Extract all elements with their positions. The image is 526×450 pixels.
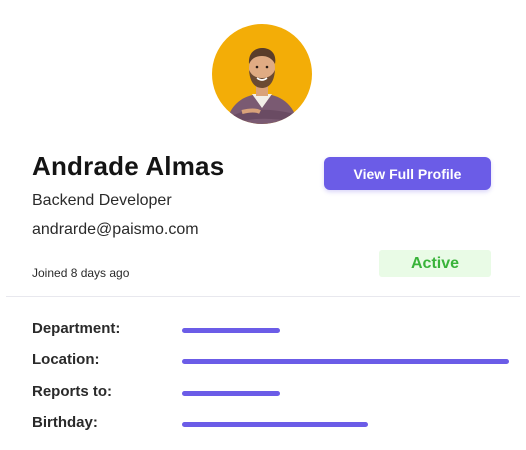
detail-placeholder-bar	[182, 422, 368, 427]
divider	[6, 296, 520, 297]
view-full-profile-button[interactable]: View Full Profile	[324, 157, 491, 190]
detail-placeholder-bar	[182, 359, 509, 364]
detail-label: Location:	[32, 351, 100, 368]
detail-row-birthday: Birthday:	[32, 414, 512, 436]
detail-label: Department:	[32, 320, 121, 337]
detail-placeholder-bar	[182, 391, 280, 396]
avatar	[212, 24, 312, 124]
detail-row-department: Department:	[32, 320, 512, 342]
detail-row-location: Location:	[32, 351, 512, 373]
detail-placeholder-bar	[182, 328, 280, 333]
joined-date: Joined 8 days ago	[32, 266, 130, 280]
status-badge: Active	[379, 250, 491, 277]
detail-label: Birthday:	[32, 414, 98, 431]
person-photo	[226, 48, 298, 124]
detail-label: Reports to:	[32, 383, 112, 400]
profile-name: Andrade Almas	[32, 151, 225, 181]
profile-role: Backend Developer	[32, 192, 172, 209]
detail-row-reports-to: Reports to:	[32, 383, 512, 405]
profile-email: andrarde@paismo.com	[32, 221, 199, 238]
